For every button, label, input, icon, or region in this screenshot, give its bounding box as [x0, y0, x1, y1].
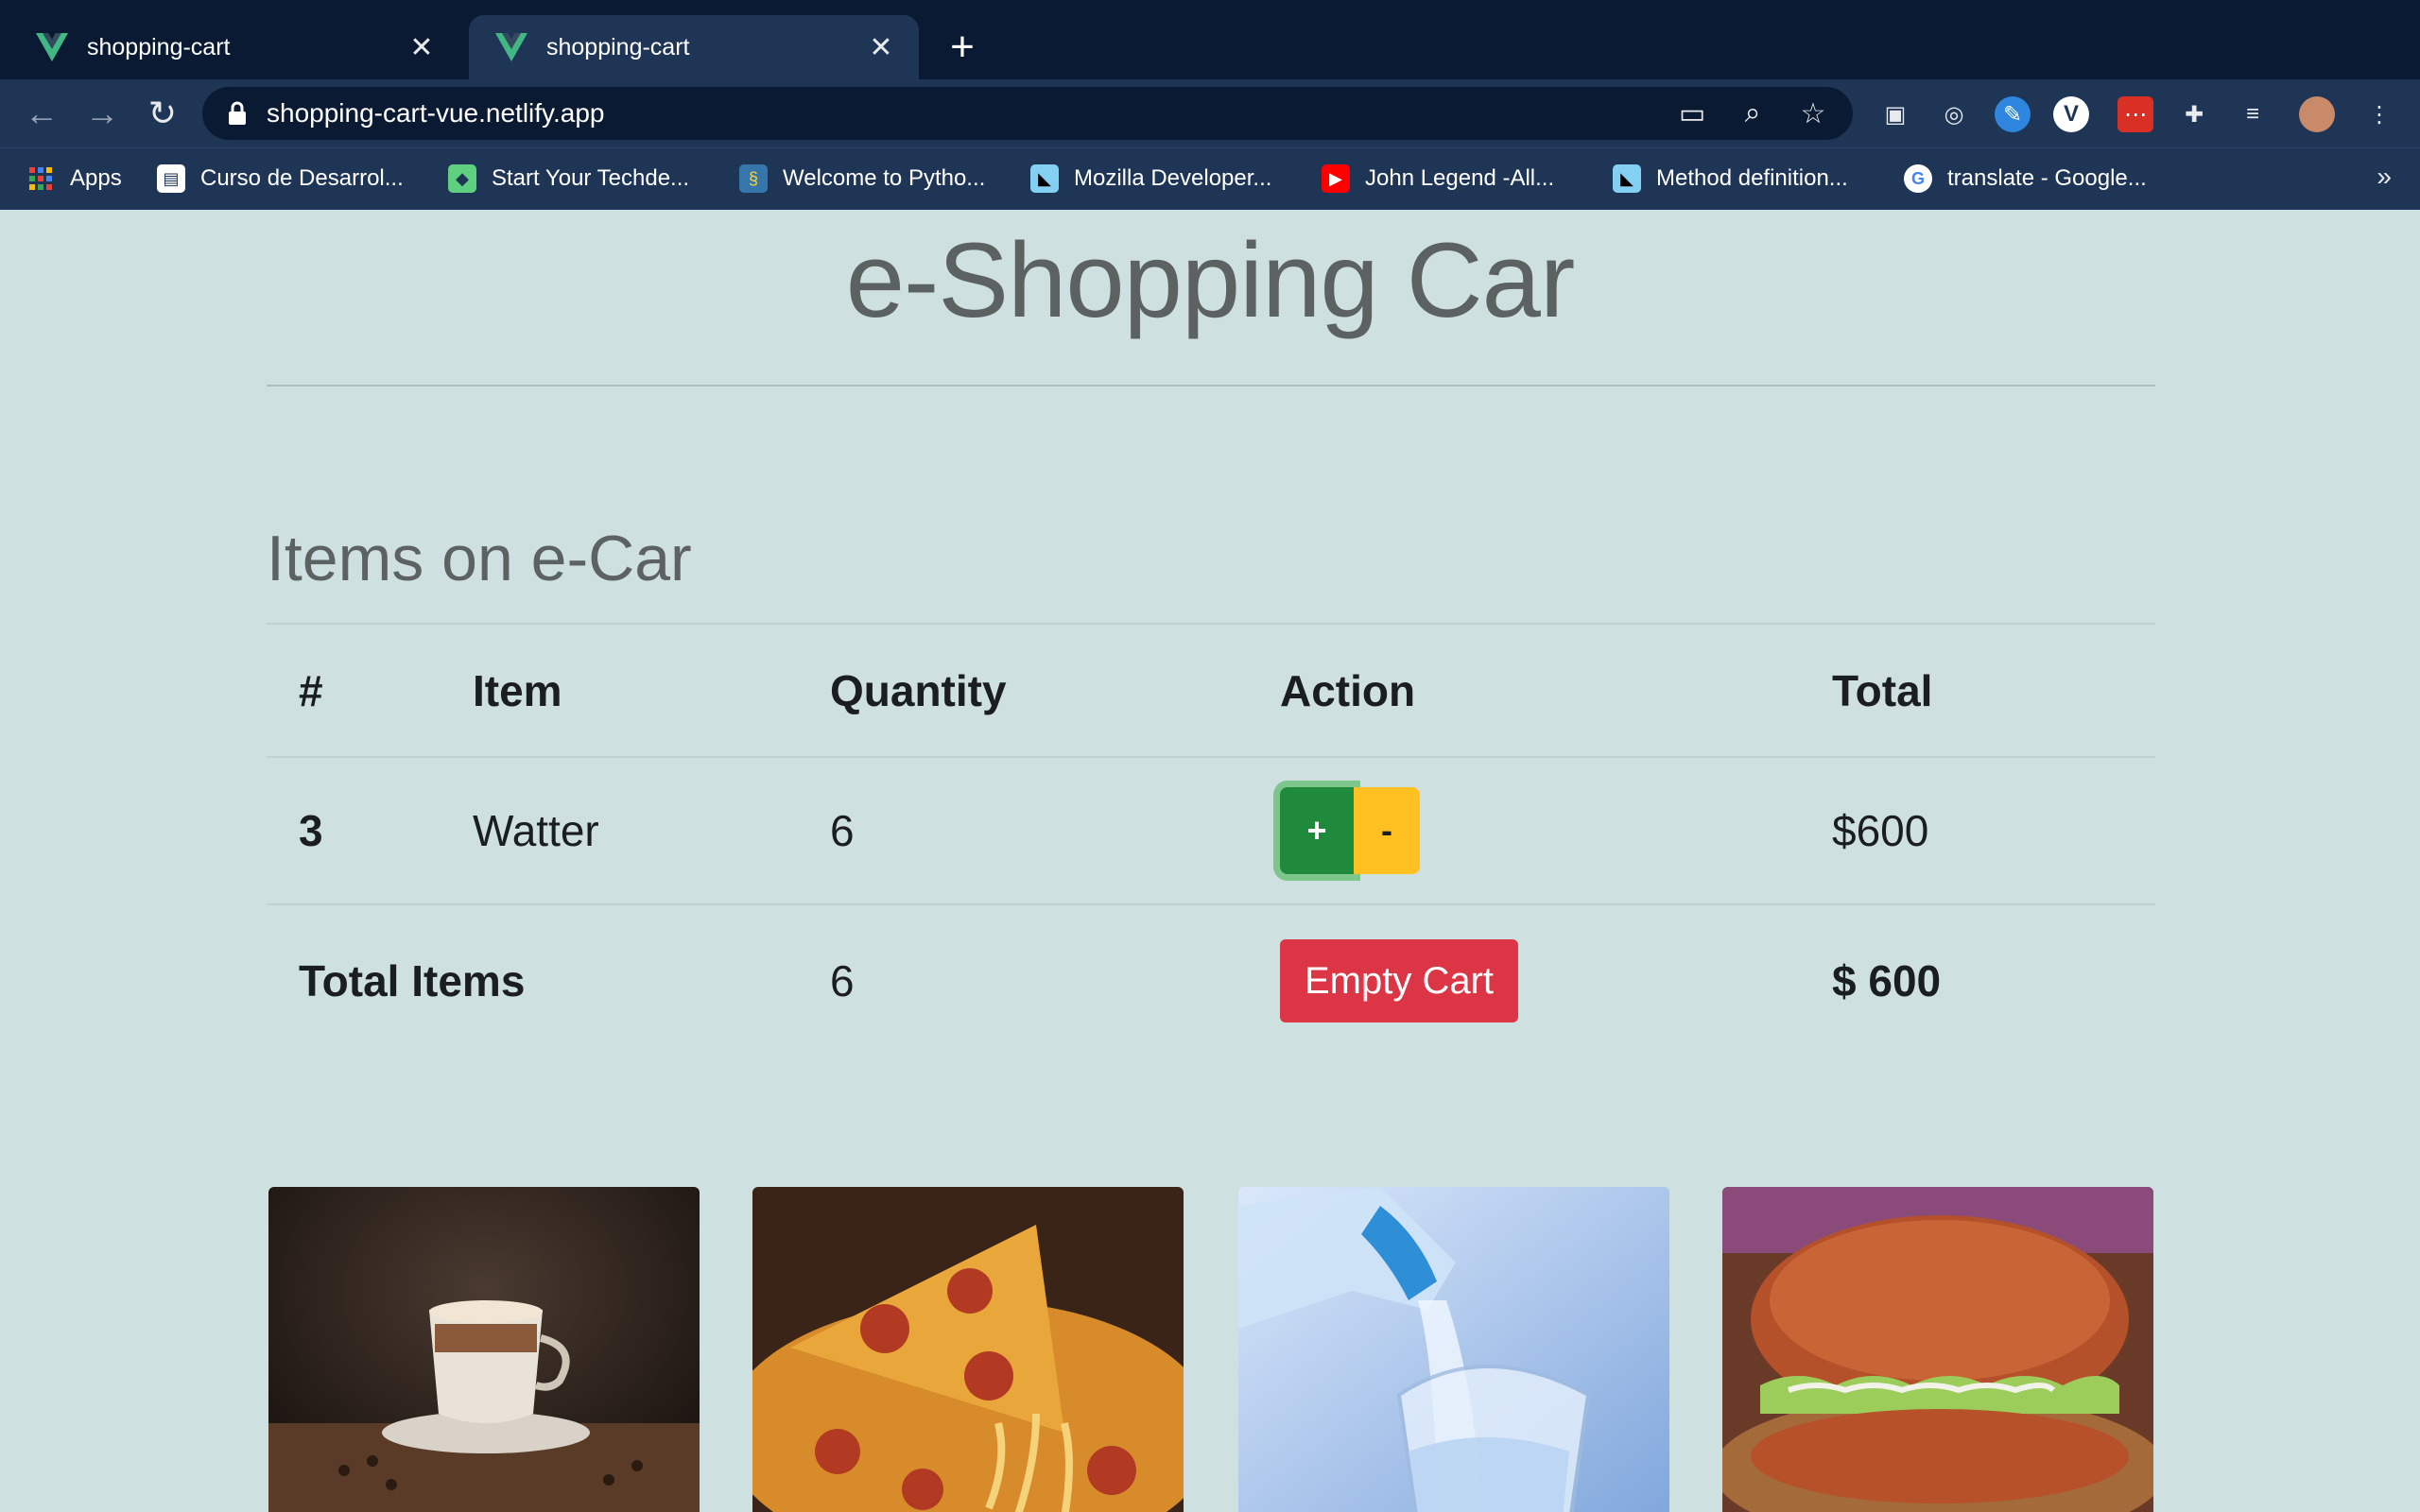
bookmark-youtube[interactable]: ▶ John Legend -All... [1322, 162, 1554, 196]
product-card-water[interactable] [1238, 1187, 1669, 1512]
row-total: $600 [1832, 806, 1929, 855]
page-title: e-Shopping Car [845, 221, 1576, 339]
header-quantity: Quantity [830, 666, 1007, 715]
title-divider [267, 385, 2155, 387]
bookmark-label: Start Your Techde... [492, 165, 690, 191]
apps-grid-icon [26, 164, 55, 193]
vue-logo-icon [36, 33, 68, 61]
media-controls-icon[interactable]: ≡ [2235, 96, 2271, 132]
bookmark-google-translate[interactable]: G translate - Google... [1904, 162, 2147, 196]
bookmark-label: Mozilla Developer... [1074, 165, 1272, 191]
empty-cart-cell: Empty Cart [1280, 905, 1518, 1057]
header-action: Action [1280, 666, 1416, 715]
bookmark-label: John Legend -All... [1365, 165, 1555, 191]
mdn-icon: ◣ [1030, 164, 1059, 193]
decrease-quantity-button[interactable]: - [1354, 787, 1420, 874]
close-tab-icon[interactable]: ✕ [862, 28, 900, 66]
header-item: Item [473, 666, 562, 715]
coffee-image [268, 1187, 700, 1512]
bookmark-label: Welcome to Pytho... [783, 165, 986, 191]
header-total: Total [1832, 666, 1933, 715]
tab-shopping-cart-2[interactable]: shopping-cart ✕ [469, 15, 919, 79]
techdegree-icon: ◆ [448, 164, 476, 193]
table-header-row: # Item Quantity Action Total [267, 626, 2155, 758]
extension-red-icon[interactable]: ⋯ [2118, 96, 2153, 132]
torta-image [1722, 1187, 2153, 1512]
bookmark-mdn[interactable]: ◣ Mozilla Developer... [1030, 162, 1271, 196]
row-item: Watter [473, 806, 599, 855]
row-actions: + - [1280, 758, 1420, 903]
bookmark-label: translate - Google... [1947, 165, 2147, 191]
cast-device-icon[interactable]: ▭ [1671, 93, 1713, 134]
tab-title: shopping-cart [87, 33, 231, 60]
row-quantity: 6 [830, 806, 855, 855]
back-arrow-icon[interactable]: ← [17, 89, 66, 138]
browser-chrome: shopping-cart ✕ shopping-cart ✕ + ← → ↻ … [0, 0, 2420, 210]
bookmark-python[interactable]: § Welcome to Pytho... [739, 162, 985, 196]
forward-arrow-icon[interactable]: → [78, 89, 127, 138]
bookmark-apps[interactable]: Apps [26, 162, 122, 196]
increase-quantity-button[interactable]: + [1280, 787, 1354, 874]
pizza-image [752, 1187, 1184, 1512]
header-number: # [299, 666, 323, 715]
bookmark-page-icon: ▤ [157, 164, 185, 193]
bookmark-techdegree[interactable]: ◆ Start Your Techde... [448, 162, 689, 196]
zoom-icon[interactable]: ⌕ [1732, 93, 1773, 134]
grand-total: $ 600 [1832, 956, 1942, 1005]
url-text: shopping-cart-vue.netlify.app [267, 98, 605, 128]
tab-shopping-cart-1[interactable]: shopping-cart ✕ [9, 15, 459, 79]
table-footer-row: Total Items 6 Empty Cart $ 600 [267, 905, 2155, 1057]
extension-target-icon[interactable]: ◎ [1936, 96, 1972, 132]
bookmark-label: Apps [70, 165, 122, 191]
extension-vue-devtools-icon[interactable]: V [2053, 96, 2089, 132]
lock-icon [229, 101, 246, 125]
bookmarks-bar: Apps ▤ Curso de Desarrol... ◆ Start Your… [0, 147, 2420, 210]
extension-blue-icon[interactable]: ✎ [1995, 96, 2031, 132]
cart-table: # Item Quantity Action Total 3 Watter 6 … [267, 626, 2155, 1057]
python-icon: § [739, 164, 768, 193]
total-items-quantity: 6 [830, 956, 855, 1005]
water-image [1238, 1187, 1669, 1512]
more-bookmarks-chevron-icon[interactable]: » [2377, 162, 2392, 192]
mdn-icon: ◣ [1613, 164, 1641, 193]
cart-section-title: Items on e-Car [267, 523, 692, 594]
empty-cart-button[interactable]: Empty Cart [1280, 939, 1518, 1022]
address-bar[interactable]: shopping-cart-vue.netlify.app ▭ ⌕ ☆ [202, 87, 1853, 140]
extension-screen-icon[interactable]: ▣ [1877, 96, 1913, 132]
browser-toolbar: ← → ↻ shopping-cart-vue.netlify.app ▭ ⌕ … [0, 79, 2420, 147]
profile-avatar[interactable] [2299, 96, 2335, 132]
product-card-coffee[interactable] [268, 1187, 700, 1512]
total-items-label: Total Items [299, 956, 526, 1005]
table-row: 3 Watter 6 + - $600 [267, 758, 2155, 905]
row-id: 3 [299, 806, 323, 855]
tab-strip: shopping-cart ✕ shopping-cart ✕ + [0, 0, 2420, 79]
bookmark-method-definition[interactable]: ◣ Method definition... [1613, 162, 1848, 196]
vue-logo-icon [495, 33, 527, 61]
page-content: e-Shopping Car Items on e-Car # Item Qua… [0, 210, 2420, 1512]
reload-icon[interactable]: ↻ [138, 89, 187, 138]
tab-title: shopping-cart [546, 33, 690, 60]
google-icon: G [1904, 164, 1932, 193]
product-card-pizza[interactable] [752, 1187, 1184, 1512]
bookmark-label: Method definition... [1656, 165, 1848, 191]
table-top-border [267, 623, 2155, 625]
bookmark-curso[interactable]: ▤ Curso de Desarrol... [157, 162, 404, 196]
bookmark-star-icon[interactable]: ☆ [1792, 93, 1834, 134]
bookmark-label: Curso de Desarrol... [200, 165, 404, 191]
new-tab-button[interactable]: + [942, 26, 983, 68]
close-tab-icon[interactable]: ✕ [403, 28, 441, 66]
youtube-icon: ▶ [1322, 164, 1350, 193]
extensions-puzzle-icon[interactable]: ✚ [2176, 96, 2212, 132]
product-card-torta[interactable] [1722, 1187, 2153, 1512]
menu-kebab-icon[interactable]: ⋮ [2361, 96, 2397, 132]
